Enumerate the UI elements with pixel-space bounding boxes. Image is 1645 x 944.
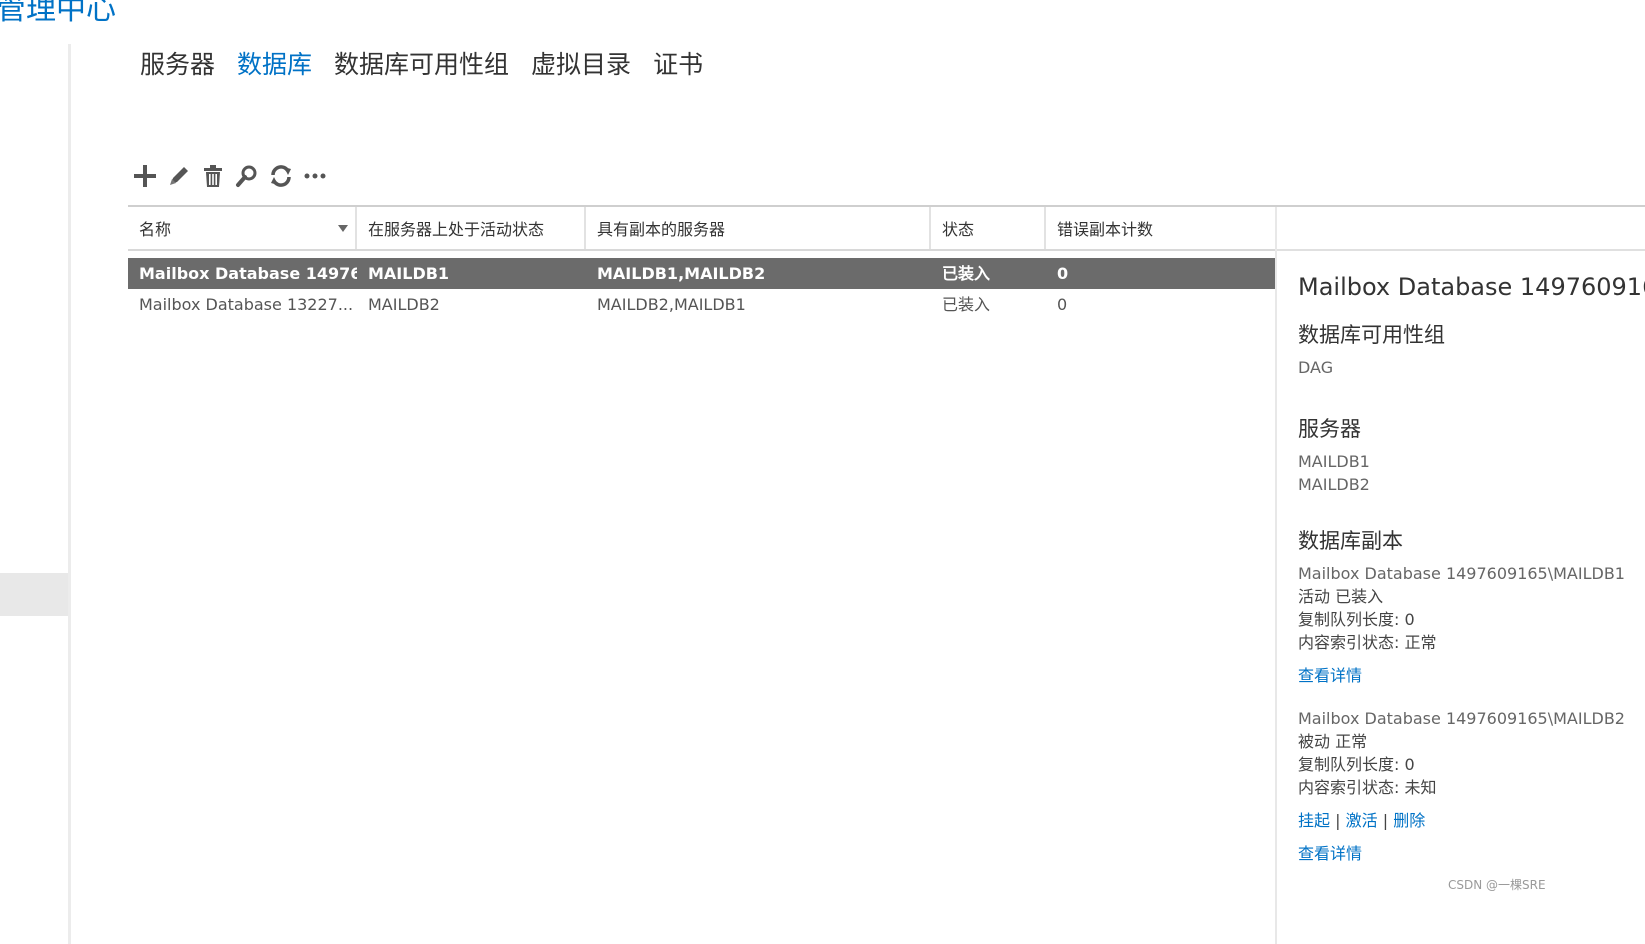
column-header-active-server[interactable]: 在服务器上处于活动状态	[357, 207, 586, 249]
copy-name: Mailbox Database 1497609165\MAILDB1	[1298, 564, 1625, 583]
details-server-item: MAILDB1	[1298, 452, 1370, 471]
copy-name: Mailbox Database 1497609165\MAILDB2	[1298, 709, 1625, 728]
cell-bad-copy-count: 0	[1057, 264, 1069, 283]
more-icon	[304, 173, 326, 179]
cell-active-server: MAILDB2	[368, 295, 440, 314]
database-copy-entry: Mailbox Database 1497609165\MAILDB2 被动 正…	[1298, 707, 1645, 865]
suspend-link[interactable]: 挂起	[1298, 811, 1330, 830]
table-row[interactable]: Mailbox Database 14976... MAILDB1 MAILDB…	[128, 258, 1275, 289]
refresh-button[interactable]	[264, 160, 298, 192]
edit-icon	[170, 167, 188, 185]
database-list: Mailbox Database 14976... MAILDB1 MAILDB…	[128, 258, 1275, 320]
copy-status: 被动 正常	[1298, 732, 1368, 751]
add-button[interactable]	[128, 160, 162, 192]
tab-servers[interactable]: 服务器	[140, 46, 215, 84]
details-servers-heading: 服务器	[1298, 417, 1361, 441]
more-button[interactable]	[298, 160, 332, 192]
details-server-item: MAILDB2	[1298, 475, 1370, 494]
tab-dag[interactable]: 数据库可用性组	[334, 46, 509, 84]
app-title: 管理中心	[0, 0, 116, 27]
details-pane: Mailbox Database 1497609165 数据库可用性组 DAG …	[1298, 268, 1645, 865]
cell-status: 已装入	[942, 264, 991, 283]
grid-header: 名称 在服务器上处于活动状态 具有副本的服务器 状态 错误副本计数	[128, 207, 1275, 251]
view-details-link[interactable]: 查看详情	[1298, 842, 1645, 865]
toolbar	[128, 160, 332, 192]
column-header-label: 名称	[139, 220, 172, 239]
delete-button[interactable]	[196, 160, 230, 192]
remove-link[interactable]: 删除	[1393, 811, 1425, 830]
details-copies-heading: 数据库副本	[1298, 529, 1403, 553]
edit-button[interactable]	[162, 160, 196, 192]
copy-queue-length: 复制队列长度: 0	[1298, 755, 1415, 774]
view-details-link[interactable]: 查看详情	[1298, 664, 1645, 687]
details-header-rule	[1277, 249, 1645, 251]
cell-name: Mailbox Database 13227...	[139, 295, 354, 314]
add-icon	[134, 165, 156, 187]
details-dag-heading: 数据库可用性组	[1298, 323, 1445, 347]
cell-active-server: MAILDB1	[368, 264, 450, 283]
column-header-servers-with-copies[interactable]: 具有副本的服务器	[586, 207, 931, 249]
watermark: CSDN @一棵SRE	[1448, 878, 1546, 892]
copy-index-state: 内容索引状态: 未知	[1298, 778, 1437, 797]
column-header-status[interactable]: 状态	[931, 207, 1046, 249]
details-title: Mailbox Database 1497609165	[1298, 273, 1645, 301]
column-header-bad-copy-count[interactable]: 错误副本计数	[1046, 207, 1275, 249]
cell-servers: MAILDB2,MAILDB1	[597, 295, 746, 314]
action-separator: |	[1335, 811, 1341, 830]
activate-link[interactable]: 激活	[1346, 811, 1378, 830]
column-header-name[interactable]: 名称	[128, 207, 357, 249]
tab-certificates[interactable]: 证书	[653, 46, 703, 84]
tab-virtual-directories[interactable]: 虚拟目录	[531, 46, 631, 84]
cell-bad-copy-count: 0	[1057, 295, 1068, 314]
action-separator: |	[1382, 811, 1389, 830]
refresh-icon	[271, 165, 291, 187]
sidebar-selected-item[interactable]	[0, 573, 68, 616]
database-copy-entry: Mailbox Database 1497609165\MAILDB1 活动 已…	[1298, 562, 1645, 687]
sidebar-divider	[68, 44, 71, 944]
copy-status: 活动 已装入	[1298, 587, 1384, 606]
copy-actions: 挂起 | 激活 | 删除	[1298, 809, 1645, 832]
tab-databases[interactable]: 数据库	[237, 46, 312, 84]
tab-bar: 服务器 数据库 数据库可用性组 虚拟目录 证书	[140, 46, 725, 84]
table-row[interactable]: Mailbox Database 13227... MAILDB2 MAILDB…	[128, 289, 1275, 320]
details-pane-divider	[1275, 207, 1277, 944]
search-button[interactable]	[230, 160, 264, 192]
copy-index-state: 内容索引状态: 正常	[1298, 633, 1437, 652]
details-dag-value: DAG	[1298, 358, 1334, 377]
cell-status: 已装入	[942, 295, 991, 314]
cell-name: Mailbox Database 14976...	[139, 264, 357, 283]
copy-queue-length: 复制队列长度: 0	[1298, 610, 1415, 629]
sort-down-icon[interactable]	[338, 225, 348, 233]
delete-icon	[204, 165, 222, 187]
search-icon	[236, 165, 257, 187]
cell-servers: MAILDB1,MAILDB2	[597, 264, 766, 283]
